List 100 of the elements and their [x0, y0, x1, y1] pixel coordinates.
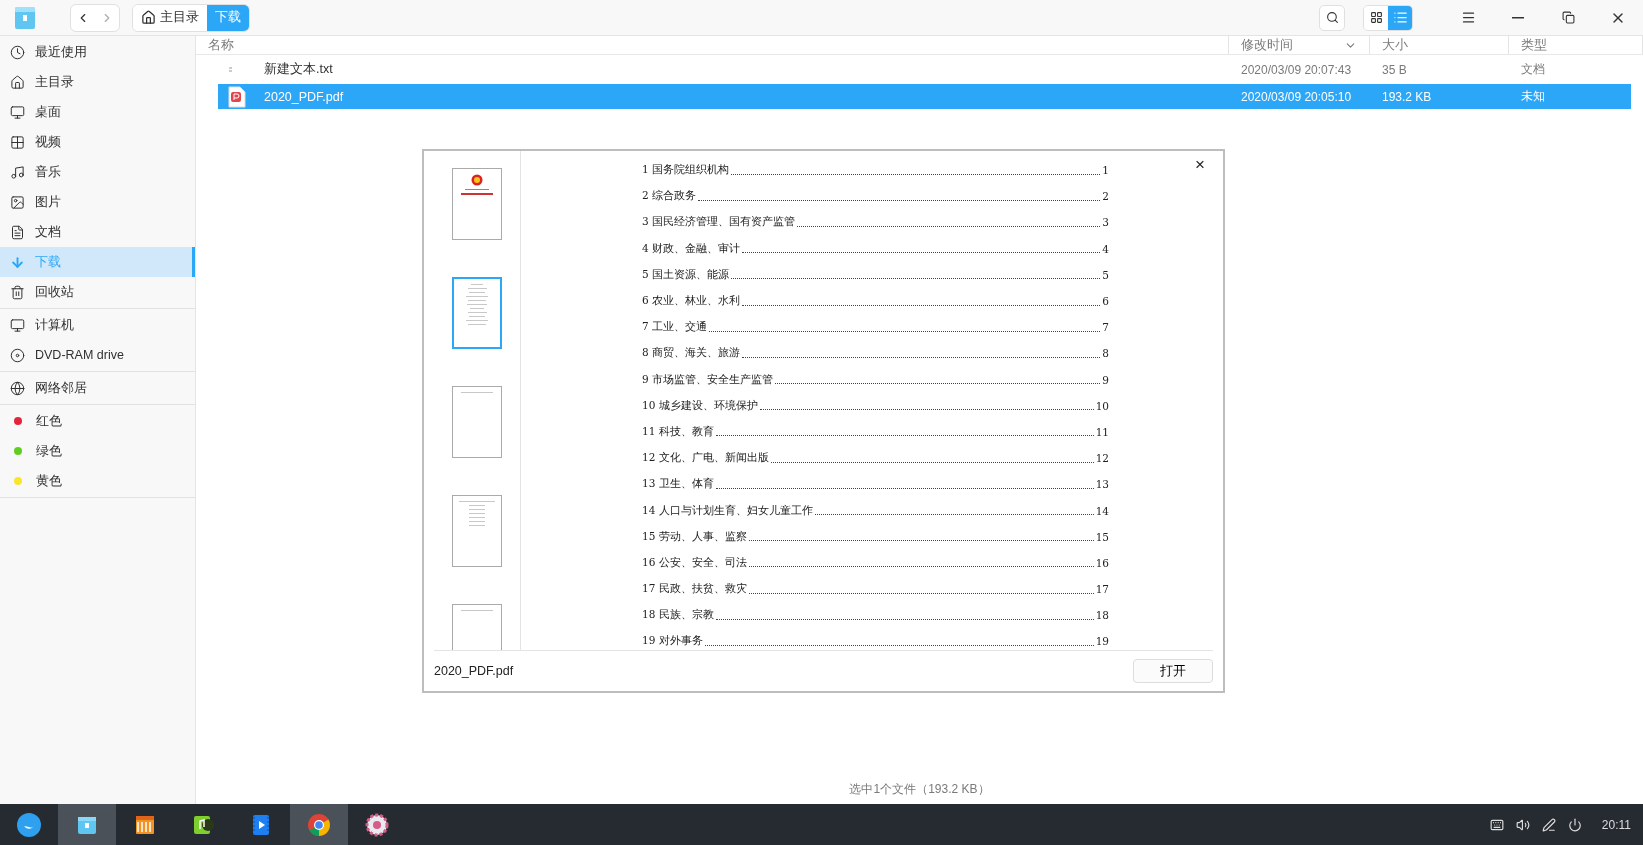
launcher-icon [16, 811, 42, 838]
page-number: 19 [1095, 635, 1109, 648]
toc-entry: 1 国务院组织机构 [642, 163, 730, 178]
minimize-icon [1512, 16, 1524, 19]
page-number: 3 [1102, 216, 1109, 229]
page-number: 12 [1095, 452, 1109, 465]
sidebar-item[interactable]: 红色 [0, 406, 195, 436]
sidebar-item[interactable]: 最近使用 [0, 37, 195, 67]
volume-icon[interactable] [1515, 817, 1530, 832]
toc-entry: 4 财政、金融、审计 [642, 241, 741, 256]
sidebar-item[interactable]: 视频 [0, 127, 195, 157]
toc-entry: 11 科技、教育 [642, 424, 714, 439]
home-icon [10, 74, 25, 90]
page-number: 9 [1102, 373, 1109, 386]
page-number: 15 [1095, 530, 1109, 543]
image-icon [10, 194, 25, 210]
sidebar-item[interactable]: DVD-RAM drive [0, 340, 195, 370]
text-file-icon [228, 67, 233, 72]
page-number: 17 [1095, 583, 1109, 596]
toc-entry: 6 农业、林业、水利 [642, 294, 741, 309]
page-number: 14 [1095, 504, 1109, 517]
file-size: 193.2 KB [1381, 89, 1433, 104]
restore-icon [1561, 11, 1575, 24]
file-type: 文档 [1520, 61, 1546, 78]
taskbar-app[interactable] [58, 804, 116, 845]
monitor-icon [10, 104, 25, 120]
page-number: 2 [1102, 190, 1109, 203]
toc-entry: 12 文化、广电、新闻出版 [642, 451, 769, 466]
status-text: 选中1个文件（193.2 KB） [849, 781, 990, 798]
file-name: 2020_PDF.pdf [264, 89, 344, 104]
globe-icon [10, 380, 25, 396]
toc-entry: 16 公安、安全、司法 [642, 555, 747, 570]
file-manager-logo [14, 5, 36, 30]
column-header[interactable]: 名称 [196, 36, 1229, 54]
search-icon [1325, 11, 1339, 24]
page-number: 10 [1095, 399, 1109, 412]
file-type: 未知 [1520, 88, 1546, 105]
sidebar-item[interactable]: 网络邻居 [0, 373, 195, 403]
page-thumbnail[interactable] [452, 168, 502, 240]
toc-entry: 3 国民经济管理、国有资产监管 [642, 215, 796, 230]
page-number: 5 [1102, 268, 1109, 281]
search-button[interactable] [1319, 4, 1345, 31]
sidebar-item[interactable]: 黄色 [0, 466, 195, 496]
page-number: 6 [1102, 295, 1109, 308]
power-icon[interactable] [1567, 817, 1582, 832]
settings-icon [365, 812, 389, 837]
page-number: 16 [1095, 556, 1109, 569]
download-icon [10, 254, 25, 270]
emblem-icon [471, 174, 483, 186]
page-number: 11 [1095, 425, 1109, 438]
open-button[interactable]: 打开 [1133, 659, 1213, 683]
toc-entry: 19 对外事务 [642, 634, 703, 649]
toc-entry: 17 民政、扶贫、救灾 [642, 582, 747, 597]
column-header[interactable]: 类型 [1509, 36, 1643, 54]
list-icon [1392, 10, 1408, 25]
file-row[interactable]: 新建文本.txt 2020/03/09 20:07:43 35 B 文档 [218, 57, 1631, 82]
sidebar-item[interactable]: 主目录 [0, 67, 195, 97]
column-header[interactable]: 修改时间 [1229, 36, 1370, 54]
clock-time: 20:11 [1601, 817, 1631, 832]
preview-file-name: 2020_PDF.pdf [434, 664, 514, 678]
sidebar-item[interactable]: 桌面 [0, 97, 195, 127]
sidebar-item[interactable]: 文档 [0, 217, 195, 247]
toc-entry: 14 人口与计划生育、妇女儿童工作 [642, 503, 813, 518]
pen-icon[interactable] [1541, 817, 1556, 832]
modified-time: 2020/03/09 20:07:43 [1240, 62, 1353, 77]
toc-entry: 18 民族、宗教 [642, 608, 714, 623]
file-size: 35 B [1381, 62, 1408, 77]
clock-icon [10, 44, 25, 60]
page-thumbnail[interactable] [452, 495, 502, 567]
computer-icon [10, 317, 25, 333]
music-icon [10, 164, 25, 180]
browser-icon [307, 812, 331, 837]
modified-time: 2020/03/09 20:05:10 [1240, 89, 1353, 104]
sidebar-item[interactable]: 回收站 [0, 277, 195, 307]
page-number: 13 [1095, 478, 1109, 491]
toc-entry: 2 综合政务 [642, 189, 697, 204]
keyboard-icon[interactable] [1489, 817, 1504, 832]
toc-entry: 9 市场监管、安全生产监管 [642, 372, 774, 387]
column-header[interactable]: 大小 [1370, 36, 1509, 54]
toc-entry: 5 国土资源、能源 [642, 267, 730, 282]
sidebar-item[interactable]: 音乐 [0, 157, 195, 187]
close-button[interactable]: × [1189, 153, 1211, 177]
pdf-file-icon [228, 85, 246, 108]
trash-icon [10, 284, 25, 300]
sidebar-item[interactable]: 计算机 [0, 310, 195, 340]
menu-icon [1460, 10, 1476, 25]
toc-entry: 13 卫生、体育 [642, 477, 714, 492]
file-name: 新建文本.txt [264, 61, 333, 78]
page-thumbnail[interactable] [452, 277, 502, 349]
sidebar-item[interactable]: 绿色 [0, 436, 195, 466]
grid-view-button[interactable] [1364, 5, 1388, 30]
page-thumbnail[interactable] [452, 386, 502, 458]
page-number: 18 [1095, 609, 1109, 622]
disc-icon [10, 347, 25, 363]
page-number: 7 [1102, 321, 1109, 334]
page-number: 8 [1102, 347, 1109, 360]
toc-entry: 8 商贸、海关、旅游 [642, 346, 741, 361]
toc-entry: 15 劳动、人事、监察 [642, 529, 747, 544]
sidebar-item[interactable]: 图片 [0, 187, 195, 217]
toc-entry: 10 城乡建设、环境保护 [642, 398, 758, 413]
